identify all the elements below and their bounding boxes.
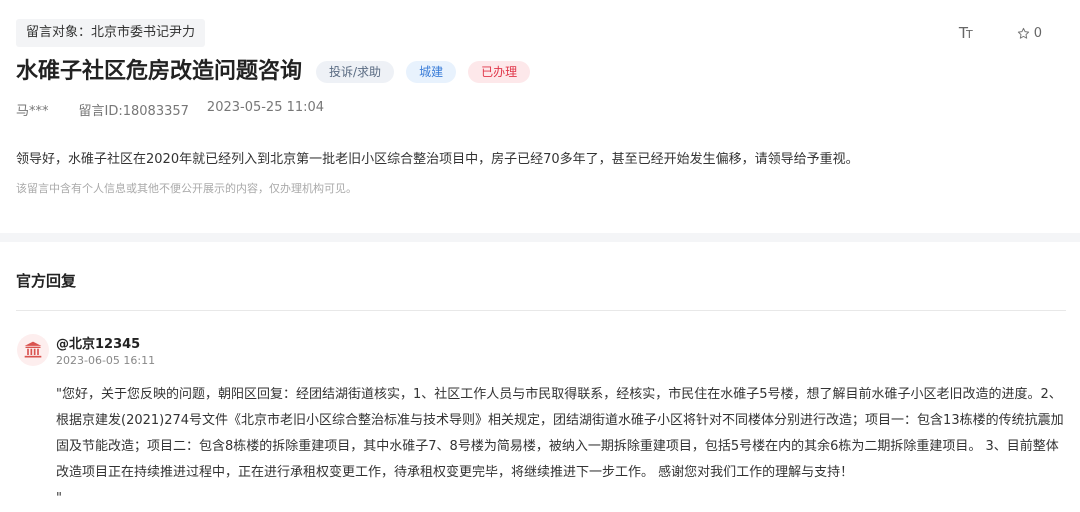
font-size-big-letter: T xyxy=(958,24,968,42)
top-actions: TT 0 xyxy=(959,24,1042,42)
reply-divider xyxy=(16,310,1066,311)
reply-datetime: 2023-06-05 16:11 xyxy=(56,354,156,367)
font-size-small-letter: T xyxy=(965,28,973,41)
tag-type: 投诉/求助 xyxy=(316,61,395,83)
avatar xyxy=(17,334,49,366)
privacy-note: 该留言中含有个人信息或其他不便公开展示的内容，仅办理机构可见。 xyxy=(16,182,357,195)
favorite-button[interactable]: 0 xyxy=(1017,26,1042,41)
replier-name: @北京12345 xyxy=(56,337,141,352)
title-row: 水碓子社区危房改造问题咨询 投诉/求助 城建 已办理 xyxy=(16,57,531,87)
star-outline-icon xyxy=(1017,27,1029,39)
status-badge: 已办理 xyxy=(468,61,531,83)
message-datetime: 2023-05-25 11:04 xyxy=(206,100,325,115)
message-author: 马*** xyxy=(16,104,49,119)
message-id: 留言ID:18083357 xyxy=(78,104,189,119)
message-content: 领导好，水碓子社区在2020年就已经列入到北京第一批老旧小区综合整治项目中，房子… xyxy=(16,152,859,167)
section-divider xyxy=(0,233,1080,242)
message-section: 留言对象：北京市委书记尹力 TT 0 水碓子社区危房改造问题咨询 投诉/求助 城… xyxy=(0,0,1080,233)
reply-section-title: 官方回复 xyxy=(16,272,77,290)
font-size-icon[interactable]: TT xyxy=(958,24,973,42)
government-building-icon xyxy=(24,341,42,358)
recipient-badge: 留言对象：北京市委书记尹力 xyxy=(16,19,206,47)
reply-body: "您好，关于您反映的问题，朝阳区回复：经团结湖街道核实，1、社区工作人员与市民取… xyxy=(56,387,1064,506)
message-meta: 马*** 留言ID:18083357 2023-05-25 11:04 xyxy=(16,100,342,119)
message-title: 水碓子社区危房改造问题咨询 xyxy=(16,59,303,84)
favorite-count: 0 xyxy=(1033,25,1042,41)
tag-domain: 城建 xyxy=(406,61,457,83)
